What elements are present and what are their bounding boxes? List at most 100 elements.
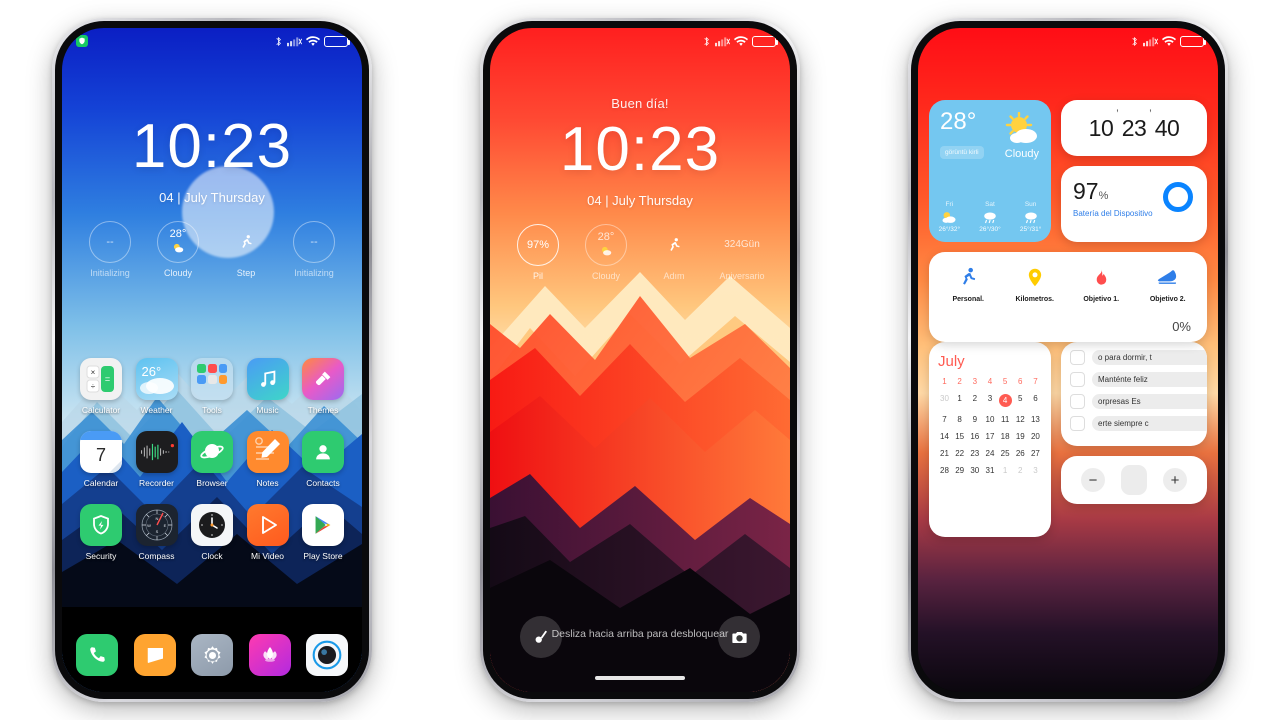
settings-gear-icon[interactable]	[191, 634, 233, 676]
todo-checkbox[interactable]	[1070, 372, 1085, 387]
fitness-item-kilometros[interactable]: Kilometros.	[1008, 264, 1062, 303]
lock-widget-weather[interactable]: 28° Cloudy	[149, 221, 207, 278]
calendar-day[interactable]: 22	[953, 449, 966, 458]
calendar-day[interactable]: 6	[1029, 394, 1042, 407]
lock-widget-anniversary[interactable]: 324Gün Aniversario	[713, 224, 771, 282]
app-weather[interactable]: 26° Weather	[132, 358, 182, 415]
todo-item[interactable]: erte siempre c	[1070, 416, 1207, 431]
app-recorder[interactable]: Recorder	[132, 431, 182, 488]
calendar-day[interactable]: 30	[938, 394, 951, 407]
calendar-day[interactable]: 1	[953, 394, 966, 407]
calendar-day[interactable]: 7	[938, 415, 951, 424]
calendar-day[interactable]: 15	[953, 432, 966, 441]
calendar-day[interactable]: 13	[1029, 415, 1042, 424]
lock-widget-step[interactable]: Step	[217, 221, 275, 278]
phone-3-status-bar	[918, 28, 1218, 54]
lotus-themes-icon[interactable]	[248, 634, 291, 676]
app-browser[interactable]: Browser	[187, 431, 237, 488]
calendar-day[interactable]: 25	[999, 449, 1012, 458]
stepper-minus-button[interactable]: −	[1081, 468, 1105, 492]
home-indicator[interactable]	[595, 676, 685, 680]
calendar-day[interactable]: 26	[1014, 449, 1027, 458]
fitness-item-personal[interactable]: Personal.	[941, 264, 995, 303]
app-security[interactable]: Security	[76, 504, 126, 561]
app-music[interactable]: Music	[243, 358, 293, 415]
calendar-widget[interactable]: July 1 2 3 4 5 6 7 30 1 2 3 4 5 6 7 8 9 …	[929, 342, 1051, 537]
status-right	[702, 35, 778, 48]
todo-checkbox[interactable]	[1070, 350, 1085, 365]
calendar-day[interactable]: 24	[983, 449, 996, 458]
stepper-plus-button[interactable]: +	[1163, 468, 1187, 492]
phone-icon[interactable]	[76, 634, 118, 676]
calendar-day[interactable]: 9	[968, 415, 981, 424]
clock-widget[interactable]: 10 ’ 23 ’ 40	[1061, 100, 1207, 156]
calendar-day[interactable]: 19	[1014, 432, 1027, 441]
lock-widget-step[interactable]: Adım	[645, 224, 703, 281]
calendar-day[interactable]: 29	[953, 466, 966, 475]
calendar-day[interactable]: 20	[1029, 432, 1042, 441]
app-clock[interactable]: Clock	[187, 504, 237, 561]
lock-widget[interactable]: -- Initializing	[81, 221, 139, 278]
todo-item[interactable]: o para dormir, t	[1070, 350, 1207, 365]
lock-widget-battery[interactable]: 97% Pil	[509, 224, 567, 281]
calendar-day[interactable]: 2	[1014, 466, 1027, 475]
calendar-day[interactable]: 14	[938, 432, 951, 441]
app-label: Tools	[202, 405, 222, 415]
calendar-day[interactable]: 10	[983, 415, 996, 424]
calendar-day[interactable]: 30	[968, 466, 981, 475]
calendar-day[interactable]: 17	[983, 432, 996, 441]
fitness-item-objetivo2[interactable]: Objetivo 2.	[1141, 264, 1195, 303]
stepper-value-pill[interactable]	[1121, 465, 1147, 495]
phone-2-screen[interactable]: Buen día! 10:23 04 | July Thursday 97% P…	[490, 28, 790, 692]
calendar-day[interactable]: 8	[953, 415, 966, 424]
calendar-day[interactable]: 23	[968, 449, 981, 458]
stepper-widget[interactable]: − +	[1061, 456, 1207, 504]
app-mi-video[interactable]: Mi Video	[243, 504, 293, 561]
app-play-store[interactable]: Play Store	[298, 504, 348, 561]
app-calculator[interactable]: × ÷ = Calculator	[76, 358, 126, 415]
calendar-day[interactable]: 21	[938, 449, 951, 458]
fitness-item-objetivo1[interactable]: Objetivo 1.	[1074, 264, 1128, 303]
app-notes[interactable]: Notes	[243, 431, 293, 488]
weather-widget[interactable]: 28° görüntü kirli Cloudy Fri 26°/32° Sat…	[929, 100, 1051, 242]
app-themes[interactable]: Themes	[298, 358, 348, 415]
messages-icon[interactable]	[133, 634, 176, 676]
calendar-day[interactable]: 28	[938, 466, 951, 475]
fitness-row: Personal. Kilometros. Objetivo 1. Objeti…	[935, 264, 1201, 303]
todo-checkbox[interactable]	[1070, 416, 1085, 431]
app-compass[interactable]: N S W E Compass	[132, 504, 182, 561]
app-calendar[interactable]: 7 Calendar	[76, 431, 126, 488]
todo-text: Manténte feliz	[1092, 372, 1207, 387]
calendar-day[interactable]: 1	[999, 466, 1012, 475]
fitness-widget[interactable]: Personal. Kilometros. Objetivo 1. Objeti…	[929, 252, 1207, 342]
calendar-day[interactable]: 16	[968, 432, 981, 441]
calendar-day[interactable]: 2	[968, 394, 981, 407]
lock-widget-value: --	[310, 235, 318, 248]
camera-icon[interactable]	[306, 634, 348, 676]
app-contacts[interactable]: Contacts	[298, 431, 348, 488]
app-label: Recorder	[139, 478, 174, 488]
todo-widget[interactable]: o para dormir, t Manténte feliz orpresas…	[1061, 342, 1207, 446]
battery-widget[interactable]: 97% Batería del Dispositivo	[1061, 166, 1207, 242]
calendar-day[interactable]: 3	[1029, 466, 1042, 475]
phone-1-screen[interactable]: 10:23 04 | July Thursday -- Initializing…	[62, 28, 362, 692]
lock-widget-label: Pil	[532, 271, 543, 281]
app-tools[interactable]: Tools	[187, 358, 237, 415]
calendar-day-selected[interactable]: 4	[998, 394, 1012, 407]
bluetooth-icon	[1132, 36, 1137, 46]
todo-item[interactable]: orpresas Es	[1070, 394, 1207, 409]
calendar-day[interactable]: 11	[999, 415, 1012, 424]
phone-3-screen[interactable]: 28° görüntü kirli Cloudy Fri 26°/32° Sat…	[918, 28, 1218, 692]
lock-widget[interactable]: -- Initializing	[285, 221, 343, 278]
calendar-day[interactable]: 12	[1014, 415, 1027, 424]
app-label: Weather	[140, 405, 173, 415]
todo-item[interactable]: Manténte feliz	[1070, 372, 1207, 387]
calendar-day[interactable]: 31	[983, 466, 996, 475]
calendar-day[interactable]: 18	[999, 432, 1012, 441]
calendar-day[interactable]: 5	[1014, 394, 1027, 407]
todo-checkbox[interactable]	[1070, 394, 1085, 409]
lock-widget-weather[interactable]: 28° Cloudy	[577, 224, 635, 281]
camera-button[interactable]	[718, 616, 760, 658]
calendar-day[interactable]: 3	[983, 394, 996, 407]
calendar-day[interactable]: 27	[1029, 449, 1042, 458]
